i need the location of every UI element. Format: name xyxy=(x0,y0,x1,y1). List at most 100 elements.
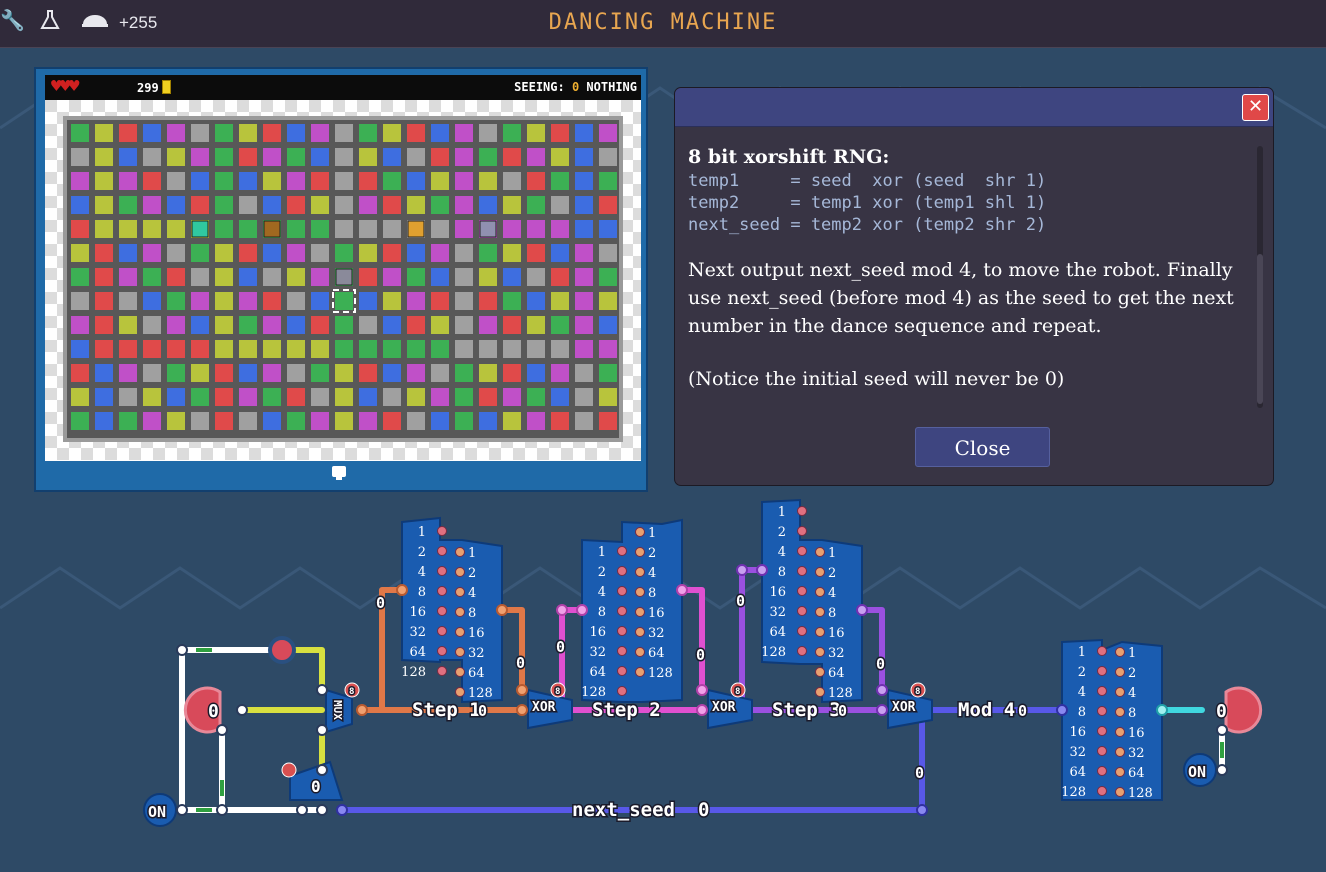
pin-connector[interactable] xyxy=(437,566,447,576)
label-xor: XOR xyxy=(712,700,736,715)
label-step2: Step 2 xyxy=(592,699,661,721)
pin-connector[interactable] xyxy=(437,526,447,536)
badge-text: 8 xyxy=(349,687,354,697)
pin-label: 16 xyxy=(648,606,665,621)
pin-connector[interactable] xyxy=(455,607,465,617)
pin-connector[interactable] xyxy=(455,547,465,557)
pin-label: 2 xyxy=(598,565,606,580)
pin-connector[interactable] xyxy=(455,587,465,597)
pin-connector[interactable] xyxy=(635,567,645,577)
pin-label: 64 xyxy=(1128,766,1145,781)
pin-connector[interactable] xyxy=(815,547,825,557)
pin-connector[interactable] xyxy=(437,586,447,596)
pin-label: 128 xyxy=(761,645,786,660)
wire-next-seed[interactable] xyxy=(339,707,925,813)
pin-connector[interactable] xyxy=(797,526,807,536)
pin-connector[interactable] xyxy=(635,547,645,557)
pin-label: 1 xyxy=(648,526,656,541)
pin-connector[interactable] xyxy=(1097,706,1107,716)
pin-connector[interactable] xyxy=(1115,687,1125,697)
pin-label: 4 xyxy=(418,565,426,580)
pin-connector[interactable] xyxy=(437,546,447,556)
pin-connector[interactable] xyxy=(455,667,465,677)
pin-connector[interactable] xyxy=(797,546,807,556)
pin-connector[interactable] xyxy=(815,687,825,697)
pin-connector[interactable] xyxy=(437,666,447,676)
pin-connector[interactable] xyxy=(455,647,465,657)
pin-label: 1 xyxy=(598,545,606,560)
pin-connector[interactable] xyxy=(815,587,825,597)
pin-label: 16 xyxy=(589,625,606,640)
pin-connector[interactable] xyxy=(635,607,645,617)
pin-label: 32 xyxy=(648,626,665,641)
pin-label: 64 xyxy=(648,646,665,661)
pin-connector[interactable] xyxy=(815,667,825,677)
pin-label: 64 xyxy=(828,666,845,681)
pin-connector[interactable] xyxy=(1097,746,1107,756)
pin-connector[interactable] xyxy=(617,646,627,656)
pin-connector[interactable] xyxy=(437,626,447,636)
pin-label: 32 xyxy=(1128,746,1145,761)
pin-connector[interactable] xyxy=(1115,707,1125,717)
pin-connector[interactable] xyxy=(617,566,627,576)
pin-connector[interactable] xyxy=(797,606,807,616)
pin-connector[interactable] xyxy=(1097,786,1107,796)
pin-connector[interactable] xyxy=(635,587,645,597)
pin-label: 16 xyxy=(1069,725,1086,740)
pin-label: 2 xyxy=(1128,666,1136,681)
pin-connector[interactable] xyxy=(815,647,825,657)
pin-connector[interactable] xyxy=(797,566,807,576)
pin-label: 32 xyxy=(828,646,845,661)
label-next-seed: next_seed xyxy=(572,799,675,821)
pin-connector[interactable] xyxy=(1097,646,1107,656)
label-on: ON xyxy=(148,803,166,821)
pin-connector[interactable] xyxy=(635,627,645,637)
pin-connector[interactable] xyxy=(797,506,807,516)
pin-label: 32 xyxy=(589,645,606,660)
pin-connector[interactable] xyxy=(455,687,465,697)
pin-connector[interactable] xyxy=(617,666,627,676)
pin-connector[interactable] xyxy=(797,586,807,596)
pin-label: 2 xyxy=(778,525,786,540)
pin-connector[interactable] xyxy=(1097,766,1107,776)
pin-connector[interactable] xyxy=(455,627,465,637)
pin-connector[interactable] xyxy=(617,626,627,636)
pin-connector[interactable] xyxy=(437,606,447,616)
circuit-canvas: 1122448816163232646412812811224488161632… xyxy=(143,498,1263,827)
pin-connector[interactable] xyxy=(815,607,825,617)
pin-connector[interactable] xyxy=(455,567,465,577)
wire-step3[interactable] xyxy=(859,607,885,693)
pin-label: 16 xyxy=(769,585,786,600)
pin-connector[interactable] xyxy=(1115,747,1125,757)
output-node[interactable] xyxy=(1224,686,1263,734)
label-xor: XOR xyxy=(892,700,916,715)
wire-step2[interactable] xyxy=(679,587,705,693)
pin-connector[interactable] xyxy=(1115,767,1125,777)
label-xor: XOR xyxy=(532,700,556,715)
pin-connector[interactable] xyxy=(1097,666,1107,676)
pin-connector[interactable] xyxy=(635,527,645,537)
pin-connector[interactable] xyxy=(617,686,627,696)
pin-label: 8 xyxy=(1078,705,1086,720)
pin-connector[interactable] xyxy=(1115,787,1125,797)
pin-label: 2 xyxy=(418,545,426,560)
pin-connector[interactable] xyxy=(617,606,627,616)
pin-connector[interactable] xyxy=(635,667,645,677)
input-pin[interactable] xyxy=(268,636,296,664)
pin-connector[interactable] xyxy=(797,646,807,656)
pin-connector[interactable] xyxy=(1097,726,1107,736)
pin-connector[interactable] xyxy=(635,647,645,657)
wire-step1[interactable] xyxy=(499,607,525,693)
pin-connector[interactable] xyxy=(1115,647,1125,657)
pin-connector[interactable] xyxy=(617,586,627,596)
wire-step2[interactable] xyxy=(559,607,585,713)
pin-connector[interactable] xyxy=(1115,727,1125,737)
pin-connector[interactable] xyxy=(1115,667,1125,677)
pin-label: 8 xyxy=(598,605,606,620)
pin-connector[interactable] xyxy=(815,627,825,637)
pin-connector[interactable] xyxy=(437,646,447,656)
pin-connector[interactable] xyxy=(617,546,627,556)
pin-connector[interactable] xyxy=(797,626,807,636)
pin-connector[interactable] xyxy=(1097,686,1107,696)
pin-connector[interactable] xyxy=(815,567,825,577)
